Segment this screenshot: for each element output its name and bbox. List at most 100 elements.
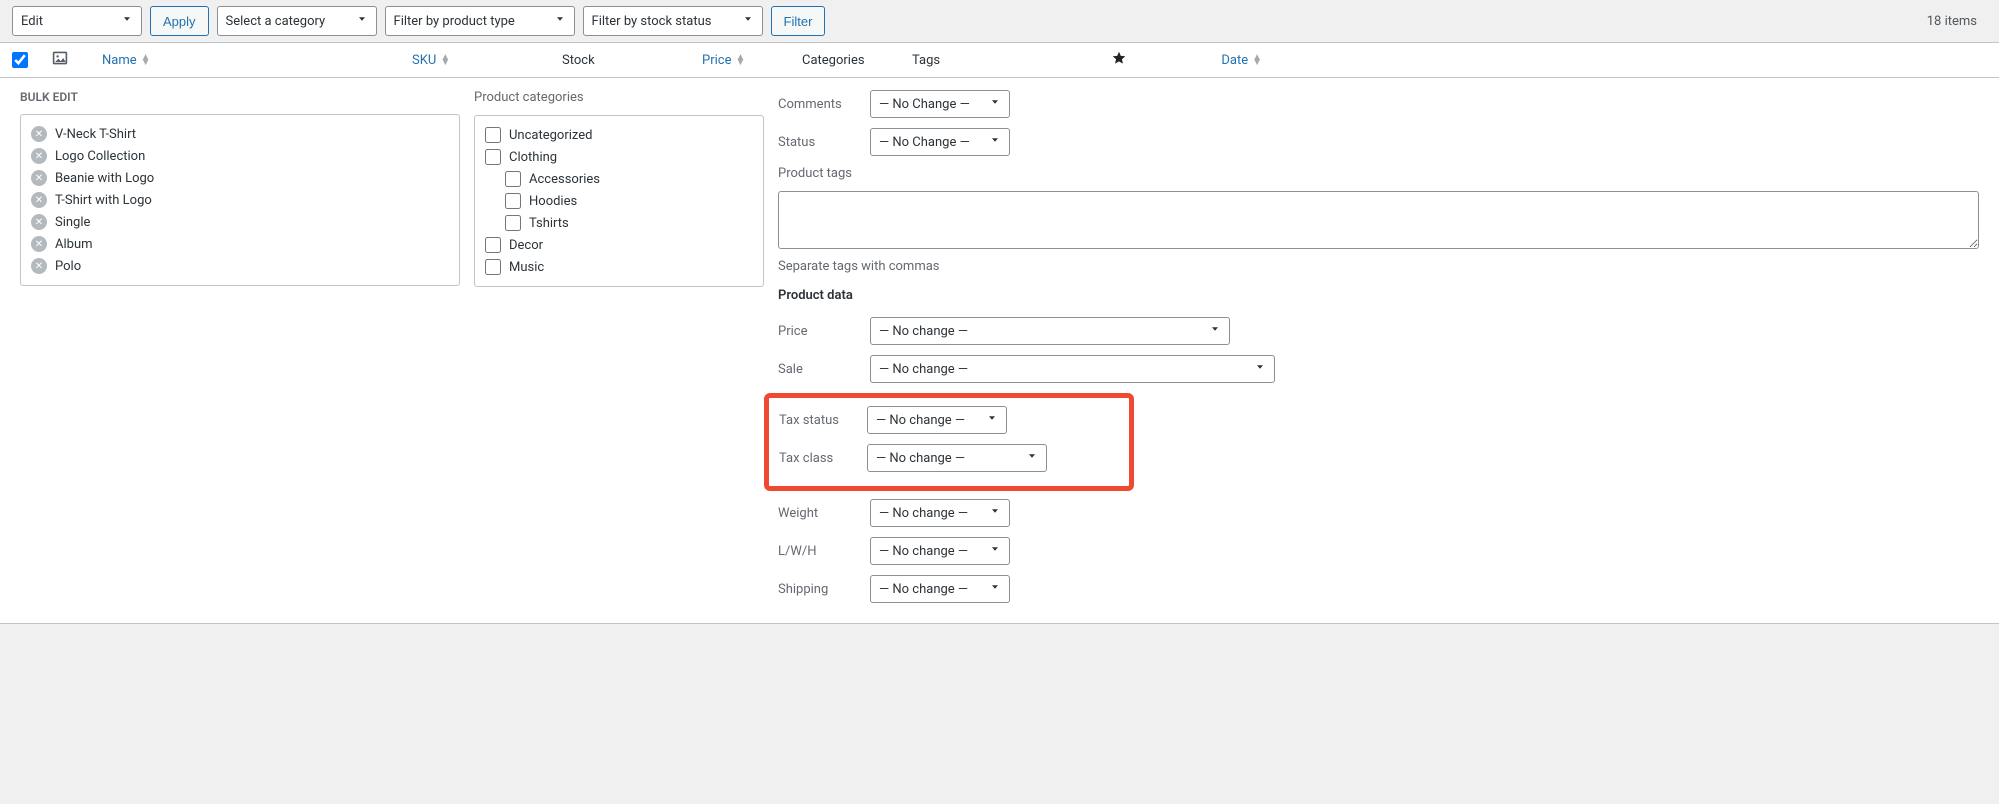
remove-icon[interactable]: ✕ [31,148,47,164]
remove-icon[interactable]: ✕ [31,236,47,252]
chevron-down-icon [1209,323,1221,339]
chevron-down-icon [989,543,1001,559]
category-checklist: Uncategorized Clothing Accessories Hoodi… [474,115,764,287]
column-stock: Stock [562,53,702,68]
column-featured [1112,51,1162,69]
sale-value: — No change — [879,362,968,377]
tags-hint: Separate tags with commas [778,259,1979,274]
remove-icon[interactable]: ✕ [31,170,47,186]
column-stock-label: Stock [562,53,595,68]
star-icon [1112,51,1126,69]
stock-filter-select[interactable]: Filter by stock status [583,6,763,36]
column-price[interactable]: Price ▲▼ [702,53,802,68]
category-item: Clothing [485,146,753,168]
weight-select[interactable]: — No change — [870,499,1010,527]
category-checkbox[interactable] [505,193,521,209]
category-label: Decor [509,238,543,253]
sale-select[interactable]: — No change — [870,355,1275,383]
tax-status-select[interactable]: — No change — [867,406,1007,434]
bulk-edit-panel: BULK EDIT ✕ V-Neck T-Shirt ✕ Logo Collec… [0,78,1999,624]
chevron-down-icon [1026,450,1038,466]
remove-icon[interactable]: ✕ [31,192,47,208]
remove-icon[interactable]: ✕ [31,258,47,274]
price-select[interactable]: — No change — [870,317,1230,345]
category-checkbox[interactable] [485,237,501,253]
column-name[interactable]: Name ▲▼ [102,53,412,68]
status-label: Status [778,135,858,150]
lwh-select[interactable]: — No change — [870,537,1010,565]
tax-highlight-box: Tax status — No change — Tax class — No … [764,393,1134,491]
tax-status-label: Tax status [779,413,855,428]
column-tags: Tags [912,53,1112,68]
column-categories: Categories [802,53,912,68]
sale-label: Sale [778,362,858,377]
column-sku-label: SKU [412,53,436,68]
comments-value: — No Change — [879,97,970,112]
status-value: — No Change — [879,135,970,150]
category-item: Decor [485,234,753,256]
apply-button[interactable]: Apply [150,6,209,36]
lwh-value: — No change — [879,544,968,559]
product-tags-input[interactable] [778,191,1979,249]
tax-class-select[interactable]: — No change — [867,444,1047,472]
type-filter-select[interactable]: Filter by product type [385,6,575,36]
product-tags-label: Product tags [778,166,1979,181]
sort-icon: ▲▼ [735,55,745,65]
weight-value: — No change — [879,506,968,521]
status-select[interactable]: — No Change — [870,128,1010,156]
column-name-label: Name [102,53,137,68]
selected-product-label: T-Shirt with Logo [55,193,152,208]
selected-product-label: Logo Collection [55,149,145,164]
column-tags-label: Tags [912,53,940,68]
filter-button[interactable]: Filter [771,6,826,36]
chevron-down-icon [989,505,1001,521]
sort-icon: ▲▼ [1252,55,1262,65]
column-date[interactable]: Date ▲▼ [1162,53,1262,68]
category-checkbox[interactable] [485,127,501,143]
selected-product: ✕ Polo [31,255,449,277]
category-item: Accessories [485,168,753,190]
chevron-down-icon [989,581,1001,597]
column-price-label: Price [702,53,731,68]
bulk-toolbar: Edit Apply Select a category Filter by p… [0,0,1999,42]
item-count: 18 items [1927,14,1987,29]
remove-icon[interactable]: ✕ [31,214,47,230]
product-data-heading: Product data [778,288,1979,303]
category-checkbox[interactable] [505,171,521,187]
selected-product-label: Album [55,237,93,252]
selected-product: ✕ Beanie with Logo [31,167,449,189]
tax-class-value: — No change — [876,451,965,466]
chevron-down-icon [989,96,1001,112]
shipping-select[interactable]: — No change — [870,575,1010,603]
selected-product: ✕ Single [31,211,449,233]
sort-icon: ▲▼ [440,55,450,65]
products-table-header: Name ▲▼ SKU ▲▼ Stock Price ▲▼ Categories… [0,42,1999,78]
comments-select[interactable]: — No Change — [870,90,1010,118]
category-filter-select[interactable]: Select a category [217,6,377,36]
category-label: Uncategorized [509,128,592,143]
type-filter-value: Filter by product type [394,14,515,29]
category-item: Uncategorized [485,124,753,146]
chevron-down-icon [1254,361,1266,377]
image-icon [52,50,68,70]
weight-label: Weight [778,506,858,521]
category-item: Tshirts [485,212,753,234]
select-all-checkbox[interactable] [12,52,28,68]
category-checkbox[interactable] [485,149,501,165]
category-filter-value: Select a category [226,14,326,29]
category-checkbox[interactable] [485,259,501,275]
category-checkbox[interactable] [505,215,521,231]
column-categories-label: Categories [802,53,865,68]
remove-icon[interactable]: ✕ [31,126,47,142]
lwh-label: L/W/H [778,544,858,559]
column-sku[interactable]: SKU ▲▼ [412,53,562,68]
bulk-edit-title: BULK EDIT [20,90,460,104]
product-categories-label: Product categories [474,90,764,105]
category-label: Hoodies [529,194,577,209]
selected-product: ✕ V-Neck T-Shirt [31,123,449,145]
category-label: Music [509,260,544,275]
price-label: Price [778,324,858,339]
chevron-down-icon [554,13,566,29]
chevron-down-icon [989,134,1001,150]
bulk-action-select[interactable]: Edit [12,6,142,36]
